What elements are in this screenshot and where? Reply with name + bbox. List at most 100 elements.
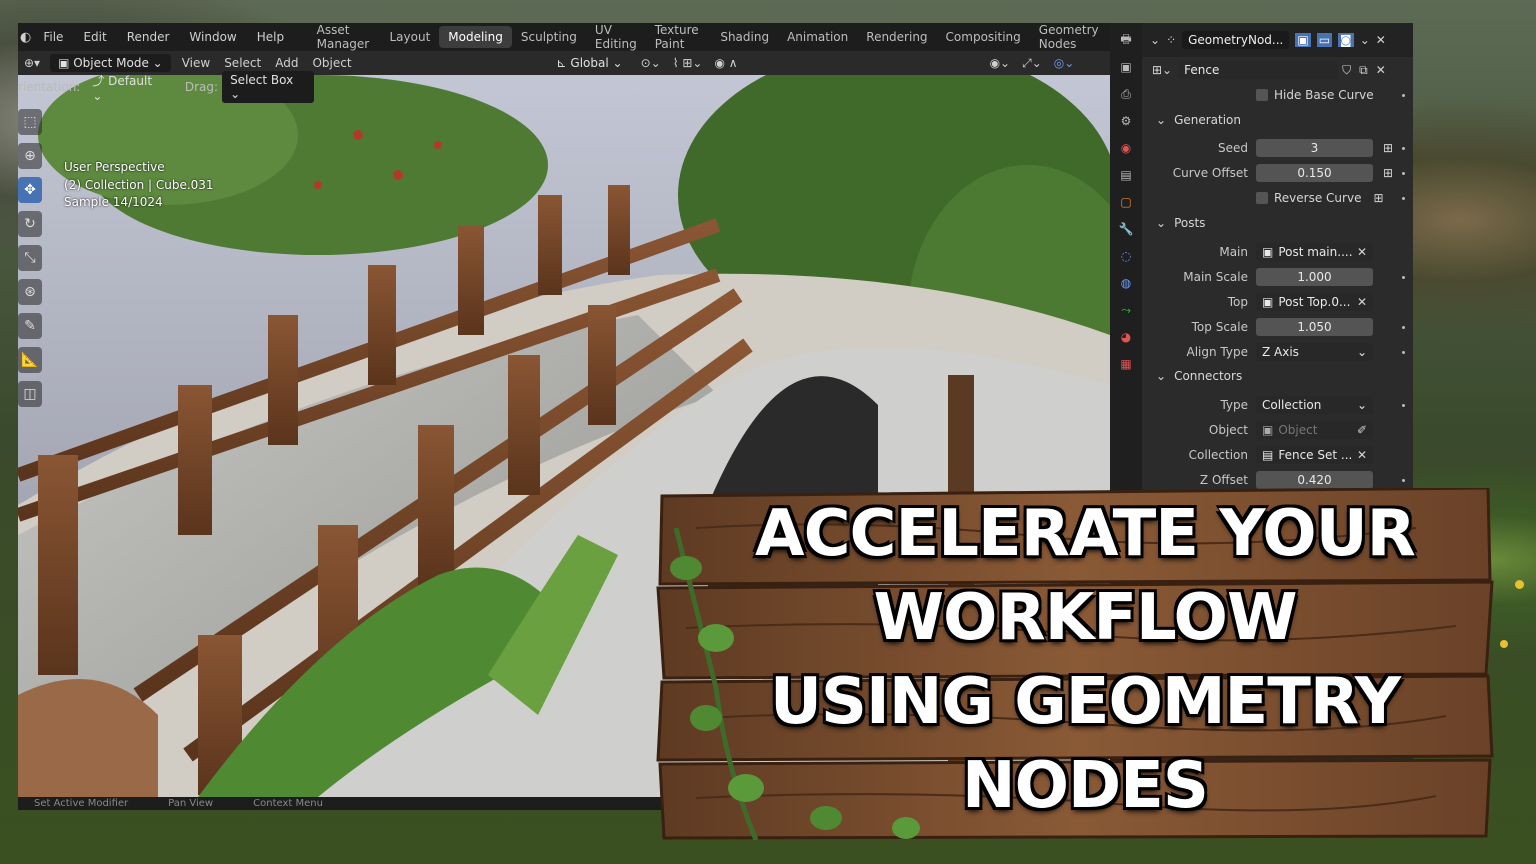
collection-field[interactable]: ▤ Fence Set ... xyxy=(1256,446,1373,464)
tab-animation[interactable]: Animation xyxy=(778,26,857,48)
tab-rendering[interactable]: Rendering xyxy=(857,26,936,48)
panel-posts[interactable]: ⌄ Posts xyxy=(1142,212,1413,234)
menu-render[interactable]: Render xyxy=(117,30,180,44)
top-scale-field[interactable]: 1.050 xyxy=(1256,318,1373,336)
clear-icon[interactable]: ✕ xyxy=(1357,448,1367,462)
clear-icon[interactable]: ✕ xyxy=(1357,245,1367,259)
eyedropper-icon[interactable]: ✐ xyxy=(1357,423,1373,437)
edit-mode-toggle-icon[interactable]: ▣ xyxy=(1295,33,1311,47)
editor-type-icon[interactable]: ⊕▾ xyxy=(18,56,46,70)
modifier-header: ⌄ ⁘ GeometryNod... ▣ ▭ ◙ ⌄ ✕ xyxy=(1142,23,1413,57)
mode-label: Object Mode xyxy=(73,56,149,70)
select-box-tool-icon[interactable]: ⬚ xyxy=(18,109,42,135)
type-dropdown[interactable]: Collection ⌄ xyxy=(1256,396,1373,414)
top-field[interactable]: ▣ Post Top.0... xyxy=(1256,293,1373,311)
menu-window[interactable]: Window xyxy=(179,30,246,44)
fake-user-icon[interactable]: ⛉ xyxy=(1338,63,1355,78)
blender-logo-icon[interactable]: ◐ xyxy=(18,30,33,45)
unlink-icon[interactable]: ✕ xyxy=(1372,63,1390,77)
transform-orientation[interactable]: ⊾ Global ⌄ xyxy=(549,54,631,72)
tab-modeling[interactable]: Modeling xyxy=(439,26,512,48)
plus-icon[interactable]: ⊞ xyxy=(1383,141,1393,155)
menu-view[interactable]: View xyxy=(175,56,217,70)
reverse-curve-checkbox[interactable] xyxy=(1256,192,1268,204)
rotate-tool-icon[interactable]: ↻ xyxy=(18,211,42,237)
duplicate-icon[interactable]: ⧉ xyxy=(1355,63,1372,78)
tab-sculpting[interactable]: Sculpting xyxy=(512,26,586,48)
dropdown-icon[interactable]: ⌄ xyxy=(1360,33,1370,47)
close-icon[interactable]: ✕ xyxy=(1376,33,1386,47)
keyframe-dot[interactable] xyxy=(1402,350,1405,354)
modifier-props-icon[interactable]: 🔧 xyxy=(1117,220,1135,238)
keyframe-dot[interactable] xyxy=(1402,171,1405,175)
measure-tool-icon[interactable]: 📐 xyxy=(18,347,42,373)
collection-icon: ▤ xyxy=(1262,448,1274,462)
main-field[interactable]: ▣ Post main.... xyxy=(1256,243,1373,261)
plus-icon[interactable]: ⊞ xyxy=(1373,191,1383,205)
panel-connectors[interactable]: ⌄ Connectors xyxy=(1142,365,1413,387)
texture-props-icon[interactable]: ▦ xyxy=(1117,355,1135,373)
panel-generation[interactable]: ⌄ Generation xyxy=(1142,109,1413,131)
clear-icon[interactable]: ✕ xyxy=(1357,295,1367,309)
tab-compositing[interactable]: Compositing xyxy=(937,26,1030,48)
tab-layout[interactable]: Layout xyxy=(380,26,439,48)
curve-offset-field[interactable]: 0.150 xyxy=(1256,164,1373,182)
hide-base-curve-checkbox[interactable] xyxy=(1256,89,1268,101)
object-field[interactable]: ▣ Object ✐ xyxy=(1256,421,1373,439)
render-toggle-icon[interactable]: ◙ xyxy=(1338,33,1354,47)
menu-help[interactable]: Help xyxy=(247,30,294,44)
type-row: Type Collection ⌄ xyxy=(1142,394,1413,416)
gizmo-icon[interactable]: ⤢⌄ xyxy=(1016,56,1048,71)
scale-tool-icon[interactable]: ⤡ xyxy=(18,245,42,271)
keyframe-dot[interactable] xyxy=(1402,146,1405,150)
menu-edit[interactable]: Edit xyxy=(73,30,116,44)
physics-props-icon[interactable]: ◍ xyxy=(1117,274,1135,292)
output-props-icon[interactable]: ⎙ xyxy=(1117,85,1135,103)
main-scale-field[interactable]: 1.000 xyxy=(1256,268,1373,286)
menu-object[interactable]: Object xyxy=(305,56,358,70)
keyframe-dot[interactable] xyxy=(1402,196,1405,200)
collection-props-icon[interactable]: ▤ xyxy=(1117,166,1135,184)
particles-props-icon[interactable]: ◌ xyxy=(1117,247,1135,265)
modifier-name-field[interactable]: GeometryNod... xyxy=(1182,31,1290,49)
align-type-dropdown[interactable]: Z Axis ⌄ xyxy=(1256,343,1373,361)
seed-field[interactable]: 3 xyxy=(1256,139,1373,157)
menu-file[interactable]: File xyxy=(33,30,73,44)
scene-props-icon[interactable]: ⚙ xyxy=(1117,112,1135,130)
tab-shading[interactable]: Shading xyxy=(711,26,778,48)
orientation-dropdown[interactable]: ⤴ Default ⌄ xyxy=(84,70,173,105)
object-props-icon[interactable]: ▢ xyxy=(1117,193,1135,211)
drag-dropdown[interactable]: Select Box ⌄ xyxy=(222,71,314,103)
pivot-icon[interactable]: ⊙⌄ xyxy=(635,56,667,70)
keyframe-dot[interactable] xyxy=(1402,403,1405,407)
z-offset-field[interactable]: 0.420 xyxy=(1256,471,1373,489)
snap-icon[interactable]: ⌇ ⊞⌄ xyxy=(667,56,709,70)
plus-icon[interactable]: ⊞ xyxy=(1383,166,1393,180)
annotate-tool-icon[interactable]: ✎ xyxy=(18,313,42,339)
proportional-edit-icon[interactable]: ◉ ∧ xyxy=(708,56,743,70)
transform-tool-icon[interactable]: ⊛ xyxy=(18,279,42,305)
add-cube-tool-icon[interactable]: ◫ xyxy=(18,381,42,407)
material-props-icon[interactable]: ◕ xyxy=(1117,328,1135,346)
flower-decoration xyxy=(1515,580,1524,589)
node-tree-icon[interactable]: ⊞⌄ xyxy=(1142,63,1178,77)
keyframe-dot[interactable] xyxy=(1402,93,1405,97)
node-group-field[interactable]: Fence xyxy=(1178,61,1339,79)
constraints-props-icon[interactable]: ⤳ xyxy=(1117,301,1135,319)
keyframe-dot[interactable] xyxy=(1402,325,1405,329)
cursor-tool-icon[interactable]: ⊕ xyxy=(18,143,42,169)
menu-select[interactable]: Select xyxy=(217,56,268,70)
world-props-icon[interactable]: ◉ xyxy=(1117,139,1135,157)
overlay-icon[interactable]: ◎⌄ xyxy=(1048,56,1081,70)
tool-props-icon[interactable]: 🖶 xyxy=(1117,31,1135,49)
object-icon: ▣ xyxy=(1262,245,1274,259)
keyframe-dot[interactable] xyxy=(1402,478,1405,482)
visibility-icon[interactable]: ◉⌄ xyxy=(984,56,1017,70)
chevron-down-icon: ⌄ xyxy=(1156,216,1167,230)
render-props-icon[interactable]: ▣ xyxy=(1117,58,1135,76)
keyframe-dot[interactable] xyxy=(1402,275,1405,279)
menu-add[interactable]: Add xyxy=(268,56,305,70)
expand-chevron-icon[interactable]: ⌄ xyxy=(1150,33,1160,47)
move-tool-icon[interactable]: ✥ xyxy=(18,177,42,203)
viewport-toggle-icon[interactable]: ▭ xyxy=(1316,33,1333,47)
